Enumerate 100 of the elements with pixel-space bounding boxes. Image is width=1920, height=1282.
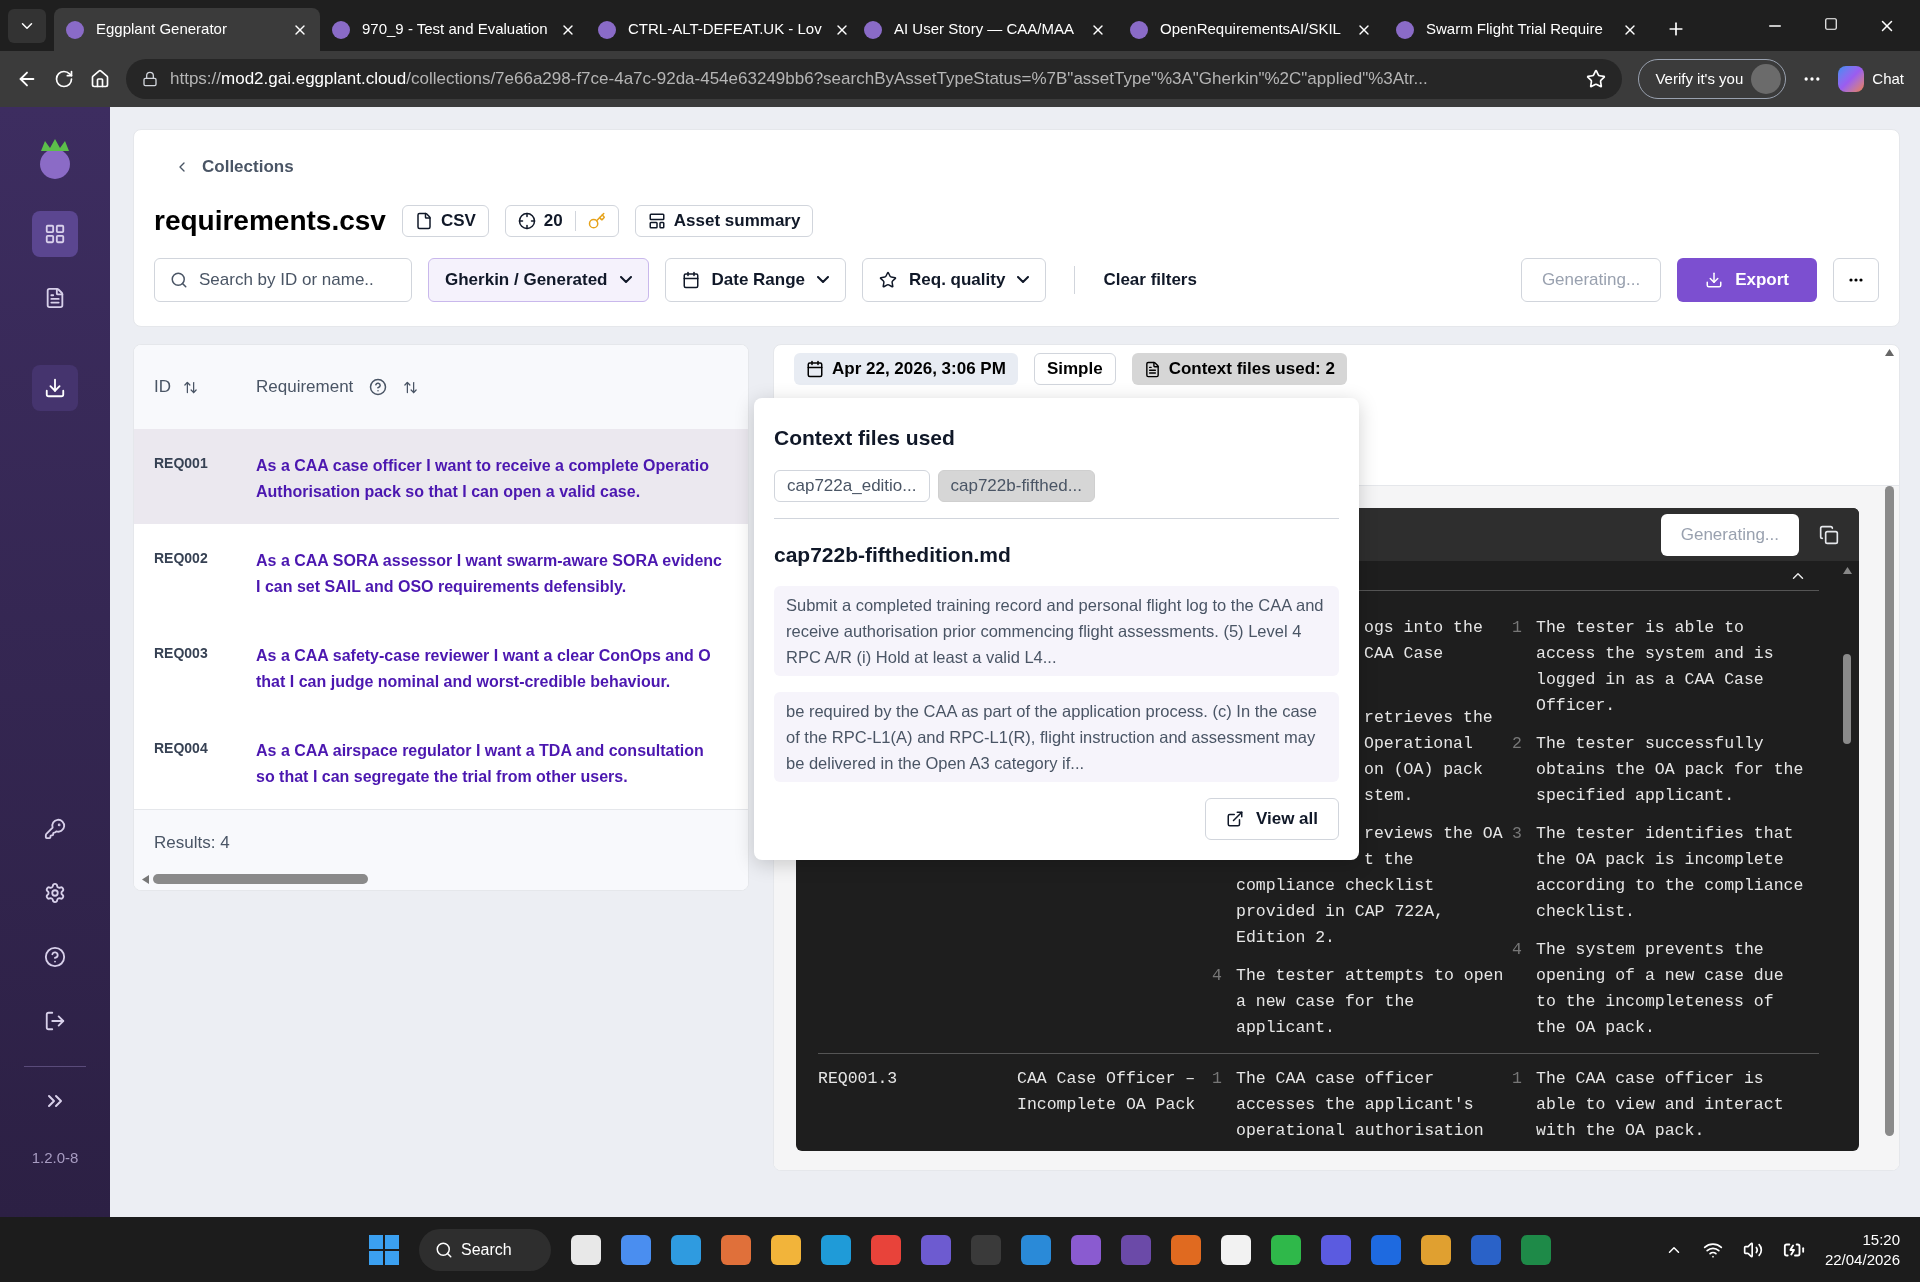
view-all-button[interactable]: View all	[1204, 798, 1339, 840]
export-button[interactable]: Export	[1677, 257, 1817, 302]
requirement-text: As a CAA case officer I want to receive a complete Operatio Authorisation pack so that I can open a valid case.	[256, 456, 709, 502]
snippet-text: be required by the CAA as part of the application process. (c) In the case of the RPC-L1(A) and RPC-L1(R), flight instruction and assessment may be delivered in the Open A3 category if...	[774, 692, 1339, 782]
scrollbar-thumb[interactable]	[1843, 654, 1851, 744]
browser-tab[interactable]: 970_9 - Test and Evaluation	[320, 8, 586, 51]
app-icon[interactable]	[1421, 1234, 1451, 1265]
sort-icon[interactable]	[183, 379, 198, 395]
tab-title: AI User Story — CAA/MAA	[894, 19, 1076, 40]
back-link[interactable]: Collections	[174, 154, 294, 180]
app-icon[interactable]	[1271, 1234, 1301, 1265]
key-icon	[44, 817, 66, 840]
taskbar-search[interactable]: Search	[419, 1228, 551, 1271]
target-icon	[517, 211, 536, 230]
copy-icon[interactable]	[1819, 524, 1839, 545]
home-icon[interactable]	[90, 69, 110, 89]
scrollbar-thumb[interactable]	[153, 874, 368, 884]
chat-logo-icon	[1838, 66, 1865, 92]
step-text: The CAA case officer accesses the applicant's operational authorisation	[1236, 1068, 1485, 1142]
logout-icon	[44, 1009, 66, 1032]
collection-title: requirements.csv	[154, 203, 386, 238]
count-tag: 20	[504, 204, 619, 237]
site-icon	[1396, 20, 1414, 39]
app-icon[interactable]	[671, 1234, 701, 1265]
file-icon	[414, 211, 433, 230]
browser-tab[interactable]: OpenRequirementsAI/SKIL	[1118, 8, 1384, 51]
step-text: t the	[1364, 850, 1414, 869]
file-tab[interactable]: cap722a_editio...	[774, 469, 930, 502]
key-icon	[587, 211, 606, 230]
restore-icon[interactable]	[1824, 16, 1838, 31]
step-text: The tester is able to access the system and is logged in as a CAA Case Officer.	[1536, 617, 1775, 717]
scenario-title: CAA Case Officer – Incomplete OA Pack	[1017, 1068, 1197, 1116]
date-range-dropdown[interactable]: Date Range	[664, 257, 847, 302]
step-number: 4	[1512, 939, 1523, 961]
step-text: The tester identifies that the OA pack is incomplete according to the compliance checklist.	[1536, 823, 1805, 923]
help-icon	[44, 945, 66, 968]
step-number: 1	[1512, 1068, 1523, 1090]
step-text: The tester successfully obtains the OA pack for the specified applicant.	[1536, 733, 1805, 807]
step-text: The tester attempts to open a new case for the applicant.	[1236, 965, 1505, 1039]
browser-tab[interactable]: Swarm Flight Trial Require	[1384, 8, 1650, 51]
app-icon[interactable]	[571, 1234, 601, 1265]
site-icon	[1130, 20, 1148, 39]
search-icon	[435, 1240, 453, 1259]
reload-icon[interactable]	[54, 69, 74, 89]
table-cell-text: REQ004	[154, 739, 209, 758]
site-icon	[864, 20, 882, 39]
version-label: 1.2.0-8	[31, 1147, 79, 1168]
snippet-text: Submit a completed training record and personal flight log to the CAA and receive authorisation prior commencing flight assessments. (5) Level 4 RPC A/R (i) Hold at least a valid L4...	[774, 586, 1339, 676]
file-tab[interactable]: cap722b-fifthed...	[937, 469, 1095, 502]
app-icon[interactable]	[1221, 1234, 1251, 1265]
clock-time: 15:20	[1862, 1229, 1900, 1250]
step-text: The CAA case officer is able to view and interact with the OA pack.	[1536, 1068, 1785, 1142]
caret-icon	[817, 276, 830, 283]
app-icon[interactable]	[771, 1234, 801, 1265]
scenario-id: REQ001.3	[818, 1068, 899, 1090]
document-icon	[44, 287, 66, 309]
column-header: Requirement	[256, 376, 354, 399]
requirement-text: As a CAA SORA assessor I want swarm-aware SORA evidenc I can set SAIL and OSO requirements defensibly.	[256, 551, 722, 597]
popup-title: Context files used	[774, 425, 956, 451]
sort-icon[interactable]	[403, 379, 419, 395]
browser-tab[interactable]: AI User Story — CAA/MAA	[852, 8, 1118, 51]
step-text: provided in CAP 722A,	[1236, 902, 1444, 921]
avatar-icon	[1751, 64, 1782, 94]
step-text: The system prevents the opening of a new case due to the incompleteness of the OA pack.	[1536, 939, 1785, 1039]
table-row[interactable]: REQ001 As a CAA case officer I want to receive a complete Operatio Authorisation pack so that I can open a valid case.	[134, 429, 748, 524]
nav-button[interactable]	[32, 365, 78, 411]
search-field[interactable]: Search by ID or name..	[154, 257, 412, 302]
tab-title: CTRL-ALT-DEFEAT.UK - Lov	[628, 19, 822, 40]
scroll-left-icon[interactable]	[142, 874, 149, 884]
asset-summary-button[interactable]: Asset summary	[634, 204, 814, 237]
chat-button[interactable]: Chat	[1838, 66, 1904, 92]
column-header: ID	[154, 376, 171, 399]
step-text: compliance checklist	[1236, 876, 1435, 895]
download-icon	[44, 377, 66, 399]
step-text: ogs into the	[1364, 618, 1483, 637]
tab-title: Eggplant Generator	[96, 19, 228, 40]
asset-type-dropdown[interactable]: Gherkin / Generated	[428, 257, 649, 302]
tab-list-button[interactable]	[8, 9, 46, 43]
calendar-icon	[681, 270, 700, 289]
scroll-up-icon[interactable]	[1842, 567, 1852, 574]
favorite-icon[interactable]	[1586, 69, 1607, 89]
volume-icon[interactable]	[1742, 1239, 1763, 1260]
browser-tab[interactable]: Eggplant Generator	[54, 8, 320, 51]
context-files-button[interactable]: Context files used: 2	[1131, 353, 1347, 385]
browser-tab[interactable]: CTRL-ALT-DEFEAT.UK - Lov	[586, 8, 852, 51]
windows-logo-icon[interactable]	[369, 1234, 399, 1265]
step-text: CAA Case	[1364, 644, 1444, 663]
step-text: on (OA) pack	[1364, 760, 1483, 779]
nav-button[interactable]	[32, 211, 78, 257]
step-text: Operational	[1364, 734, 1473, 753]
settings-icon	[44, 881, 66, 904]
tab-title: 970_9 - Test and Evaluation	[362, 19, 548, 40]
step-text: retrieves the	[1364, 708, 1493, 727]
more-icon	[1849, 277, 1863, 282]
help-icon[interactable]	[369, 378, 388, 396]
scroll-up-icon[interactable]	[1884, 349, 1894, 356]
clear-filters-button[interactable]: Clear filters	[1103, 266, 1197, 293]
quality-dropdown[interactable]: Req. quality	[862, 257, 1047, 302]
address-bar[interactable]: https://mod2.gai.eggplant.cloud/collections/7e66a298-f7ce-4a7c-92da-454e63249bb6?searchByAssetTypeStatus=%7B"assetType"%3A"Gherkin"%2C"applied"%3Atr...	[126, 59, 1623, 99]
scrollbar-thumb[interactable]	[1884, 486, 1894, 1136]
